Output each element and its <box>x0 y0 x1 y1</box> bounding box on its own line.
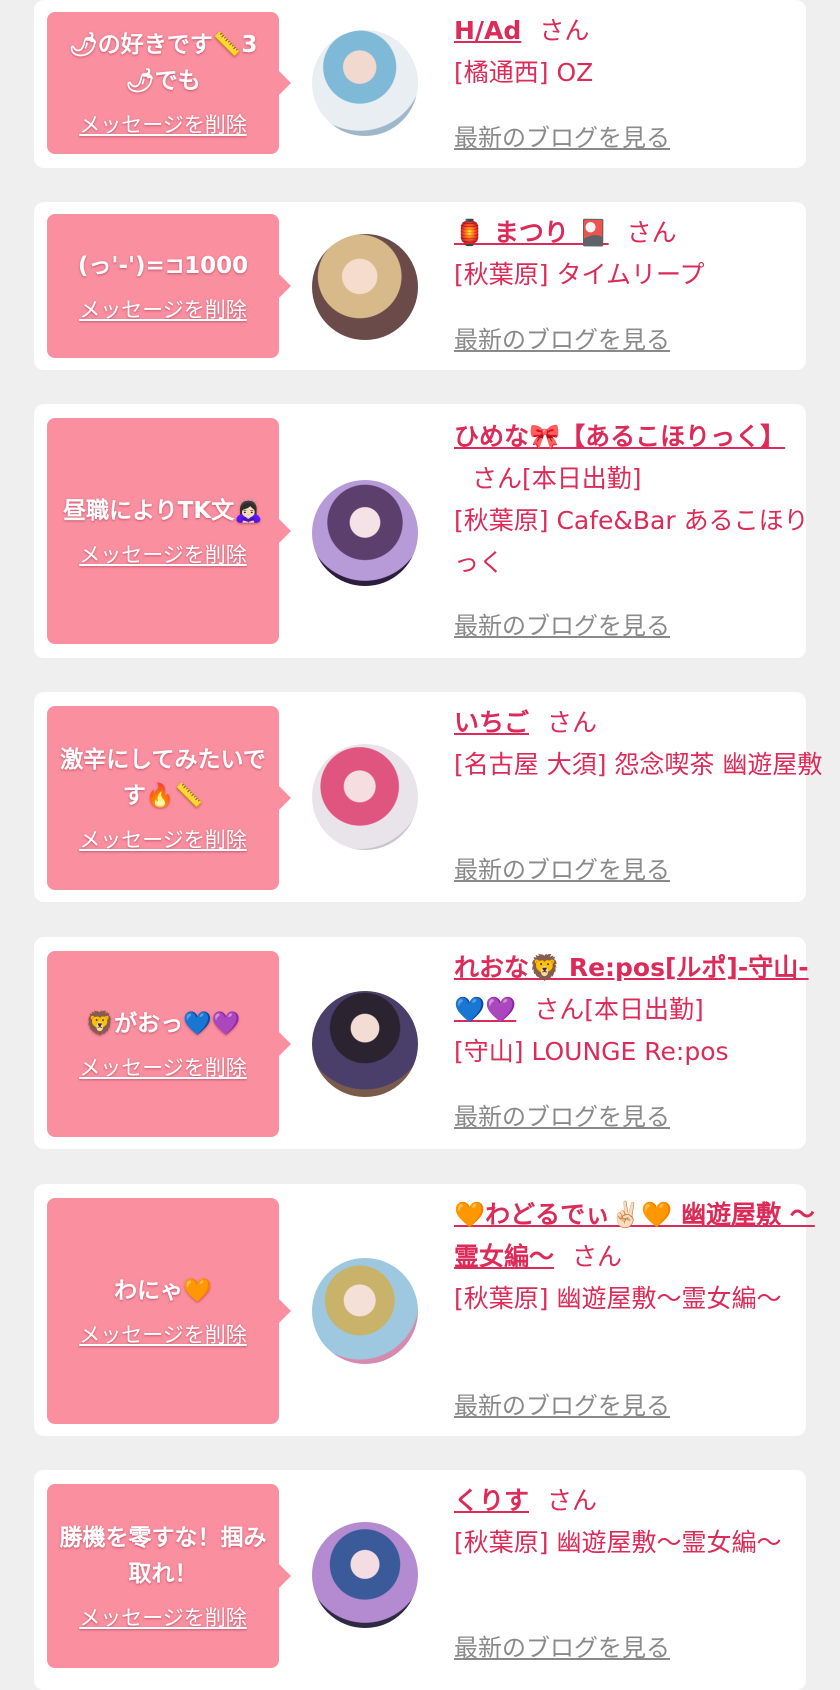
shop-name: [秋葉原] 幽遊屋敷〜霊女編〜 <box>454 1284 782 1313</box>
message-text: 激辛にしてみたいです🔥📏 <box>60 747 266 809</box>
latest-blog-link[interactable]: 最新のブログを見る <box>454 850 670 885</box>
name-line: いちご さん <box>454 702 824 744</box>
delete-message-link[interactable]: メッセージを削除 <box>79 1319 247 1349</box>
delete-message-link[interactable]: メッセージを削除 <box>79 294 247 324</box>
honorific: さん <box>539 16 590 45</box>
message-bubble: (っ'-')=⊐1000 メッセージを削除 <box>47 214 291 358</box>
message-text: 🌶の好きです📏3🌶でも <box>68 32 258 94</box>
name-line: くりす さん <box>454 1480 824 1522</box>
avatar[interactable] <box>312 234 418 340</box>
cast-info: れおな🦁 Re:pos[ルポ]-守山-💙💜 さん[本日出勤] [守山] LOUNG… <box>454 947 824 1143</box>
message-text: 🦁がおっ💙💜 <box>85 1011 241 1037</box>
honorific: さん <box>547 708 598 737</box>
shop-name: [名古屋 大須] 怨念喫茶 幽遊屋敷 <box>454 750 823 779</box>
delete-message-link[interactable]: メッセージを削除 <box>79 1602 247 1632</box>
message-bubble: 🌶の好きです📏3🌶でも メッセージを削除 <box>47 12 291 154</box>
latest-blog-link[interactable]: 最新のブログを見る <box>454 606 670 641</box>
latest-blog-link[interactable]: 最新のブログを見る <box>454 1097 670 1132</box>
cast-name-link[interactable]: H/Ad <box>454 16 521 45</box>
shop-name: [秋葉原] Cafe&Bar あるこほりっく <box>454 506 809 577</box>
delete-message-link[interactable]: メッセージを削除 <box>79 539 247 569</box>
cast-name-link[interactable]: いちご <box>454 708 529 737</box>
delete-message-link[interactable]: メッセージを削除 <box>79 1052 247 1082</box>
cast-info: ひめな🎀【あるこほりっく】さん[本日出勤] [秋葉原] Cafe&Bar あるこ… <box>454 416 824 652</box>
honorific: さん[本日出勤] <box>534 995 704 1024</box>
latest-blog-link[interactable]: 最新のブログを見る <box>454 118 670 153</box>
shop-name: [秋葉原] 幽遊屋敷〜霊女編〜 <box>454 1528 782 1557</box>
name-line: れおな🦁 Re:pos[ルポ]-守山-💙💜 さん[本日出勤] <box>454 947 824 1031</box>
message-bubble: 激辛にしてみたいです🔥📏 メッセージを削除 <box>47 706 291 890</box>
name-line: 🏮 まつり 🎴 さん <box>454 212 824 254</box>
favorite-card: 激辛にしてみたいです🔥📏 メッセージを削除 いちご さん [名古屋 大須] 怨念喫… <box>34 692 822 902</box>
cast-name-link[interactable]: 🏮 まつり 🎴 <box>454 218 609 247</box>
avatar[interactable] <box>312 744 418 850</box>
favorite-card: 🦁がおっ💙💜 メッセージを削除 れおな🦁 Re:pos[ルポ]-守山-💙💜 さん[… <box>34 937 809 1149</box>
honorific: さん[本日出勤] <box>472 464 642 493</box>
cast-info: くりす さん [秋葉原] 幽遊屋敷〜霊女編〜 最新のブログを見る <box>454 1480 824 1676</box>
delete-message-link[interactable]: メッセージを削除 <box>79 109 247 139</box>
name-line: ひめな🎀【あるこほりっく】さん[本日出勤] <box>454 416 824 500</box>
cast-name-link[interactable]: くりす <box>454 1486 529 1515</box>
name-line: 🧡わどるでぃ✌🏻🧡 幽遊屋敷 〜霊女編〜 さん <box>454 1194 824 1278</box>
message-bubble: 勝機を零すな！掴み取れ！ メッセージを削除 <box>47 1484 291 1668</box>
message-bubble: わにゃ🧡 メッセージを削除 <box>47 1198 291 1424</box>
message-bubble: 昼職によりTK文🙇🏻‍♀️ メッセージを削除 <box>47 418 291 644</box>
name-line: H/Ad さん <box>454 10 824 52</box>
message-text: わにゃ🧡 <box>114 1278 212 1304</box>
latest-blog-link[interactable]: 最新のブログを見る <box>454 1628 670 1663</box>
favorite-card: (っ'-')=⊐1000 メッセージを削除 🏮 まつり 🎴 さん [秋葉原] タイ… <box>34 202 806 370</box>
cast-name-link[interactable]: 🧡わどるでぃ✌🏻🧡 幽遊屋敷 〜霊女編〜 <box>454 1200 815 1271</box>
cast-info: 🧡わどるでぃ✌🏻🧡 幽遊屋敷 〜霊女編〜 さん [秋葉原] 幽遊屋敷〜霊女編〜 最… <box>454 1194 824 1430</box>
latest-blog-link[interactable]: 最新のブログを見る <box>454 1386 670 1421</box>
message-text: 勝機を零すな！掴み取れ！ <box>59 1525 267 1587</box>
shop-name: [守山] LOUNGE Re:pos <box>454 1037 729 1066</box>
honorific: さん <box>572 1242 623 1271</box>
message-text: (っ'-')=⊐1000 <box>77 253 249 279</box>
favorite-card: 昼職によりTK文🙇🏻‍♀️ メッセージを削除 ひめな🎀【あるこほりっく】さん[本… <box>34 404 809 658</box>
message-text: 昼職によりTK文🙇🏻‍♀️ <box>63 498 263 524</box>
honorific: さん <box>626 218 677 247</box>
latest-blog-link[interactable]: 最新のブログを見る <box>454 320 670 355</box>
avatar[interactable] <box>312 480 418 586</box>
cast-info: H/Ad さん [橘通西] OZ 最新のブログを見る <box>454 10 824 160</box>
avatar[interactable] <box>312 1522 418 1628</box>
cast-name-link[interactable]: ひめな🎀【あるこほりっく】 <box>454 422 785 451</box>
avatar[interactable] <box>312 1258 418 1364</box>
message-bubble: 🦁がおっ💙💜 メッセージを削除 <box>47 951 291 1137</box>
favorite-card: 勝機を零すな！掴み取れ！ メッセージを削除 くりす さん [秋葉原] 幽遊屋敷〜霊… <box>34 1470 806 1690</box>
favorite-card: わにゃ🧡 メッセージを削除 🧡わどるでぃ✌🏻🧡 幽遊屋敷 〜霊女編〜 さん [秋葉… <box>34 1184 815 1436</box>
favorite-card: 🌶の好きです📏3🌶でも メッセージを削除 H/Ad さん [橘通西] OZ 最新の… <box>34 0 806 168</box>
cast-info: 🏮 まつり 🎴 さん [秋葉原] タイムリープ 最新のブログを見る <box>454 212 824 362</box>
shop-name: [橘通西] OZ <box>454 58 594 87</box>
avatar[interactable] <box>312 991 418 1097</box>
cast-info: いちご さん [名古屋 大須] 怨念喫茶 幽遊屋敷 最新のブログを見る <box>454 702 824 896</box>
honorific: さん <box>547 1486 598 1515</box>
shop-name: [秋葉原] タイムリープ <box>454 260 705 289</box>
avatar[interactable] <box>312 30 418 136</box>
delete-message-link[interactable]: メッセージを削除 <box>79 824 247 854</box>
